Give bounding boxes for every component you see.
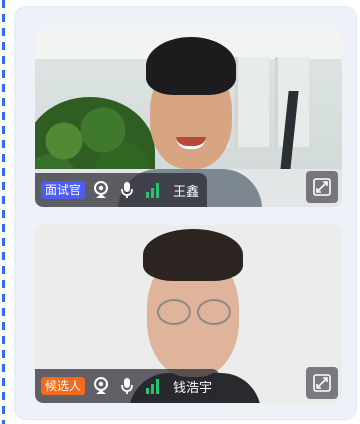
video-tile-interviewer[interactable]: 面试官 王鑫: [35, 29, 342, 207]
expand-fullscreen-icon: [313, 374, 331, 392]
role-badge: 面试官: [41, 181, 86, 199]
microphone-icon[interactable]: [117, 376, 137, 396]
participant-info-bar: 候选人 钱浩宇: [35, 369, 221, 403]
participant-info-bar: 面试官 王鑫: [35, 173, 208, 207]
signal-strength-icon: [143, 180, 163, 200]
microphone-icon[interactable]: [117, 180, 137, 200]
video-panel: 面试官 王鑫 候选人 钱浩宇: [14, 6, 357, 420]
webcam-icon[interactable]: [91, 376, 111, 396]
participant-name: 王鑫: [173, 184, 200, 200]
signal-strength-icon: [143, 376, 163, 396]
expand-button[interactable]: [306, 367, 338, 399]
participant-name: 钱浩宇: [173, 380, 213, 396]
role-badge: 候选人: [41, 377, 86, 395]
webcam-icon[interactable]: [91, 180, 111, 200]
video-tile-candidate[interactable]: 候选人 钱浩宇: [35, 225, 342, 403]
expand-fullscreen-icon: [313, 178, 331, 196]
drop-indicator-line: [2, 0, 5, 424]
expand-button[interactable]: [306, 171, 338, 203]
